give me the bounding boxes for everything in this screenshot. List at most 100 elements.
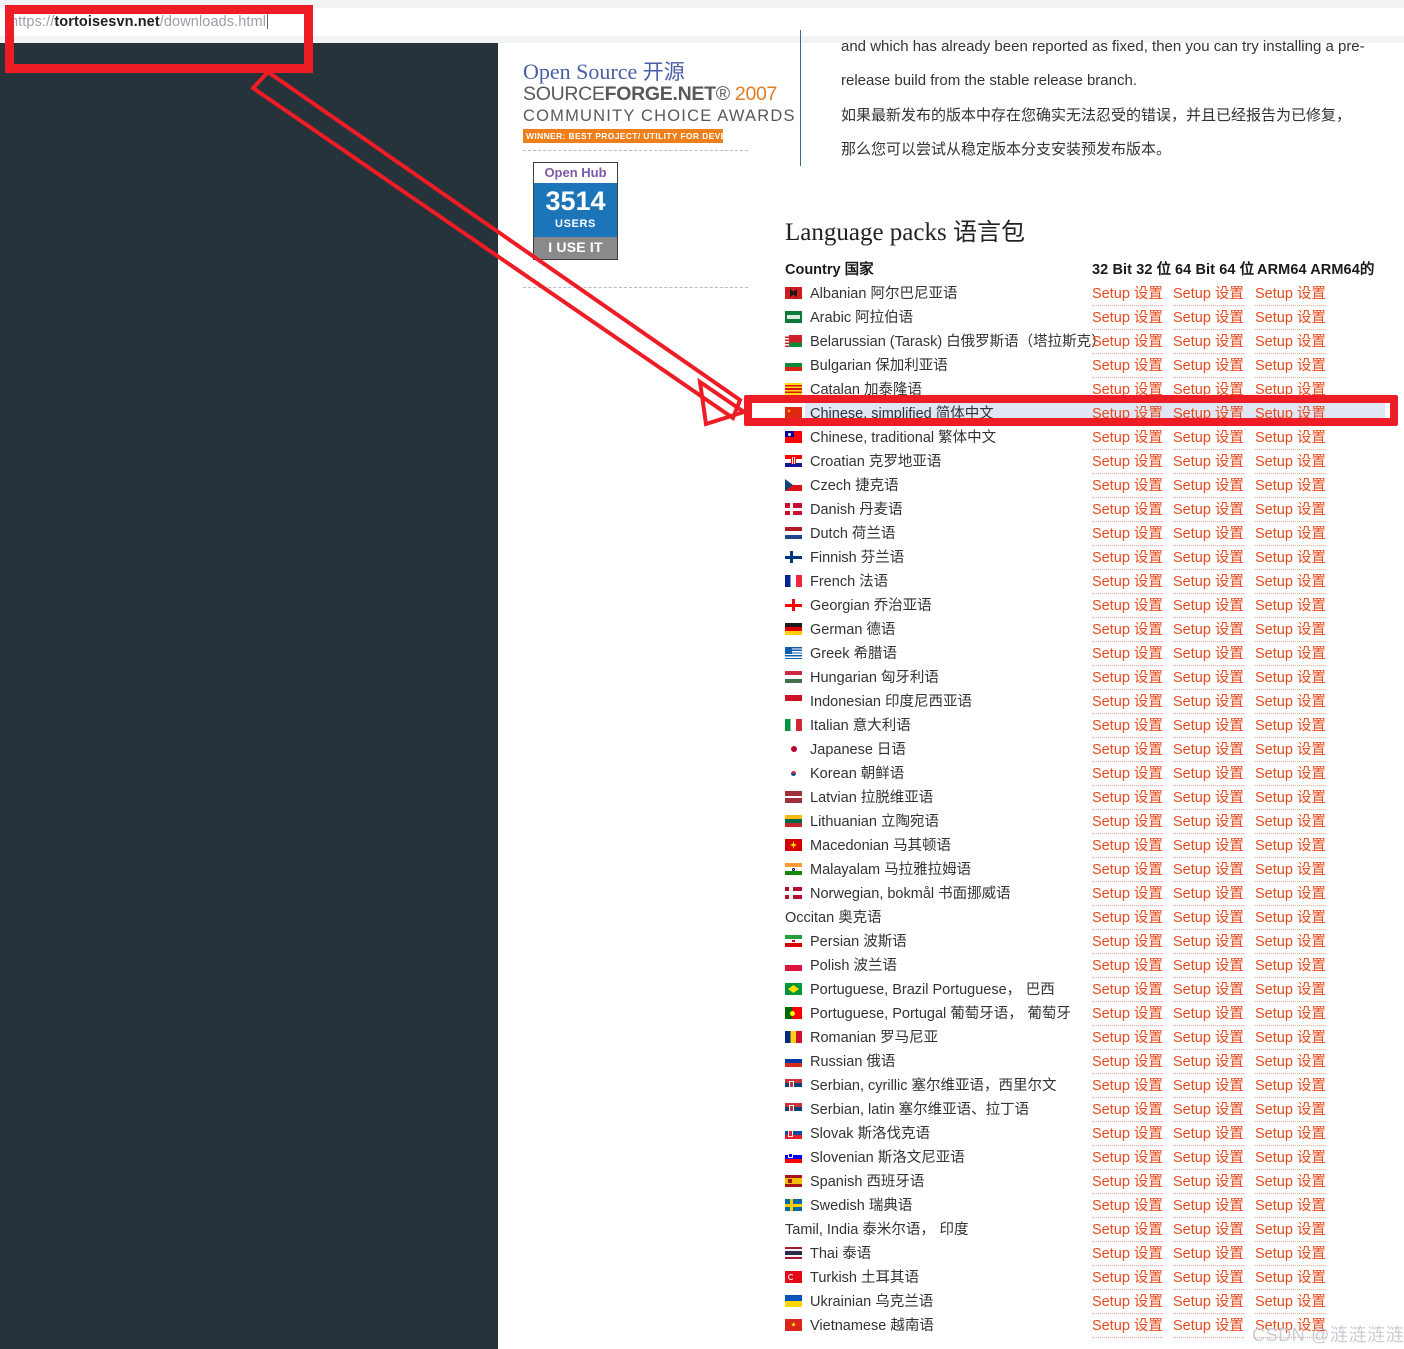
setup-link-arm64[interactable]: Setup 设置 xyxy=(1255,1220,1326,1242)
setup-link-32bit[interactable]: Setup 设置 xyxy=(1092,1196,1163,1218)
setup-link-64bit[interactable]: Setup 设置 xyxy=(1173,980,1244,1002)
setup-link-arm64[interactable]: Setup 设置 xyxy=(1255,404,1326,426)
setup-link-arm64[interactable]: Setup 设置 xyxy=(1255,932,1326,954)
setup-link-arm64[interactable]: Setup 设置 xyxy=(1255,716,1326,738)
setup-link-32bit[interactable]: Setup 设置 xyxy=(1092,452,1163,474)
setup-link-arm64[interactable]: Setup 设置 xyxy=(1255,1004,1326,1026)
setup-link-arm64[interactable]: Setup 设置 xyxy=(1255,956,1326,978)
setup-link-arm64[interactable]: Setup 设置 xyxy=(1255,500,1326,522)
setup-link-32bit[interactable]: Setup 设置 xyxy=(1092,500,1163,522)
setup-link-32bit[interactable]: Setup 设置 xyxy=(1092,404,1163,426)
setup-link-32bit[interactable]: Setup 设置 xyxy=(1092,1172,1163,1194)
setup-link-64bit[interactable]: Setup 设置 xyxy=(1173,572,1244,594)
setup-link-32bit[interactable]: Setup 设置 xyxy=(1092,1004,1163,1026)
setup-link-arm64[interactable]: Setup 设置 xyxy=(1255,1052,1326,1074)
setup-link-arm64[interactable]: Setup 设置 xyxy=(1255,620,1326,642)
setup-link-32bit[interactable]: Setup 设置 xyxy=(1092,356,1163,378)
setup-link-32bit[interactable]: Setup 设置 xyxy=(1092,812,1163,834)
setup-link-32bit[interactable]: Setup 设置 xyxy=(1092,308,1163,330)
setup-link-64bit[interactable]: Setup 设置 xyxy=(1173,332,1244,354)
setup-link-64bit[interactable]: Setup 设置 xyxy=(1173,644,1244,666)
setup-link-32bit[interactable]: Setup 设置 xyxy=(1092,428,1163,450)
setup-link-64bit[interactable]: Setup 设置 xyxy=(1173,380,1244,402)
setup-link-64bit[interactable]: Setup 设置 xyxy=(1173,1028,1244,1050)
setup-link-arm64[interactable]: Setup 设置 xyxy=(1255,284,1326,306)
setup-link-64bit[interactable]: Setup 设置 xyxy=(1173,1148,1244,1170)
setup-link-arm64[interactable]: Setup 设置 xyxy=(1255,332,1326,354)
setup-link-32bit[interactable]: Setup 设置 xyxy=(1092,1100,1163,1122)
setup-link-arm64[interactable]: Setup 设置 xyxy=(1255,1076,1326,1098)
setup-link-arm64[interactable]: Setup 设置 xyxy=(1255,1028,1326,1050)
setup-link-32bit[interactable]: Setup 设置 xyxy=(1092,572,1163,594)
openhub-i-use-it-button[interactable]: I USE IT xyxy=(534,237,617,259)
setup-link-32bit[interactable]: Setup 设置 xyxy=(1092,1124,1163,1146)
setup-link-arm64[interactable]: Setup 设置 xyxy=(1255,596,1326,618)
setup-link-64bit[interactable]: Setup 设置 xyxy=(1173,620,1244,642)
setup-link-arm64[interactable]: Setup 设置 xyxy=(1255,476,1326,498)
setup-link-arm64[interactable]: Setup 设置 xyxy=(1255,692,1326,714)
setup-link-64bit[interactable]: Setup 设置 xyxy=(1173,548,1244,570)
setup-link-32bit[interactable]: Setup 设置 xyxy=(1092,1220,1163,1242)
setup-link-64bit[interactable]: Setup 设置 xyxy=(1173,1268,1244,1290)
setup-link-32bit[interactable]: Setup 设置 xyxy=(1092,332,1163,354)
setup-link-32bit[interactable]: Setup 设置 xyxy=(1092,1052,1163,1074)
setup-link-arm64[interactable]: Setup 设置 xyxy=(1255,380,1326,402)
setup-link-64bit[interactable]: Setup 设置 xyxy=(1173,812,1244,834)
setup-link-32bit[interactable]: Setup 设置 xyxy=(1092,932,1163,954)
setup-link-arm64[interactable]: Setup 设置 xyxy=(1255,524,1326,546)
openhub-badge[interactable]: Open Hub 3514 USERS I USE IT xyxy=(533,162,618,260)
sourceforge-award-badge[interactable]: Open Source 开源 SOURCEFORGE.NET® 2007 COM… xyxy=(523,60,794,144)
setup-link-arm64[interactable]: Setup 设置 xyxy=(1255,908,1326,930)
setup-link-32bit[interactable]: Setup 设置 xyxy=(1092,1292,1163,1314)
setup-link-32bit[interactable]: Setup 设置 xyxy=(1092,980,1163,1002)
setup-link-64bit[interactable]: Setup 设置 xyxy=(1173,740,1244,762)
setup-link-arm64[interactable]: Setup 设置 xyxy=(1255,980,1326,1002)
setup-link-64bit[interactable]: Setup 设置 xyxy=(1173,404,1244,426)
setup-link-64bit[interactable]: Setup 设置 xyxy=(1173,428,1244,450)
setup-link-32bit[interactable]: Setup 设置 xyxy=(1092,956,1163,978)
setup-link-64bit[interactable]: Setup 设置 xyxy=(1173,308,1244,330)
setup-link-32bit[interactable]: Setup 设置 xyxy=(1092,548,1163,570)
setup-link-arm64[interactable]: Setup 设置 xyxy=(1255,836,1326,858)
setup-link-32bit[interactable]: Setup 设置 xyxy=(1092,836,1163,858)
setup-link-arm64[interactable]: Setup 设置 xyxy=(1255,1124,1326,1146)
setup-link-arm64[interactable]: Setup 设置 xyxy=(1255,1148,1326,1170)
setup-link-64bit[interactable]: Setup 设置 xyxy=(1173,836,1244,858)
setup-link-32bit[interactable]: Setup 设置 xyxy=(1092,764,1163,786)
setup-link-32bit[interactable]: Setup 设置 xyxy=(1092,380,1163,402)
setup-link-64bit[interactable]: Setup 设置 xyxy=(1173,1100,1244,1122)
setup-link-64bit[interactable]: Setup 设置 xyxy=(1173,1052,1244,1074)
setup-link-64bit[interactable]: Setup 设置 xyxy=(1173,788,1244,810)
setup-link-64bit[interactable]: Setup 设置 xyxy=(1173,596,1244,618)
setup-link-64bit[interactable]: Setup 设置 xyxy=(1173,692,1244,714)
setup-link-32bit[interactable]: Setup 设置 xyxy=(1092,620,1163,642)
setup-link-32bit[interactable]: Setup 设置 xyxy=(1092,596,1163,618)
setup-link-64bit[interactable]: Setup 设置 xyxy=(1173,452,1244,474)
setup-link-32bit[interactable]: Setup 设置 xyxy=(1092,1076,1163,1098)
setup-link-64bit[interactable]: Setup 设置 xyxy=(1173,1196,1244,1218)
setup-link-arm64[interactable]: Setup 设置 xyxy=(1255,1244,1326,1266)
setup-link-64bit[interactable]: Setup 设置 xyxy=(1173,524,1244,546)
setup-link-arm64[interactable]: Setup 设置 xyxy=(1255,428,1326,450)
setup-link-arm64[interactable]: Setup 设置 xyxy=(1255,356,1326,378)
setup-link-arm64[interactable]: Setup 设置 xyxy=(1255,1172,1326,1194)
setup-link-arm64[interactable]: Setup 设置 xyxy=(1255,452,1326,474)
setup-link-64bit[interactable]: Setup 设置 xyxy=(1173,1076,1244,1098)
setup-link-32bit[interactable]: Setup 设置 xyxy=(1092,524,1163,546)
setup-link-arm64[interactable]: Setup 设置 xyxy=(1255,860,1326,882)
setup-link-32bit[interactable]: Setup 设置 xyxy=(1092,740,1163,762)
setup-link-arm64[interactable]: Setup 设置 xyxy=(1255,548,1326,570)
setup-link-32bit[interactable]: Setup 设置 xyxy=(1092,1316,1163,1338)
setup-link-64bit[interactable]: Setup 设置 xyxy=(1173,884,1244,906)
setup-link-arm64[interactable]: Setup 设置 xyxy=(1255,308,1326,330)
setup-link-arm64[interactable]: Setup 设置 xyxy=(1255,668,1326,690)
setup-link-32bit[interactable]: Setup 设置 xyxy=(1092,1244,1163,1266)
setup-link-32bit[interactable]: Setup 设置 xyxy=(1092,1268,1163,1290)
setup-link-arm64[interactable]: Setup 设置 xyxy=(1255,572,1326,594)
setup-link-32bit[interactable]: Setup 设置 xyxy=(1092,476,1163,498)
setup-link-arm64[interactable]: Setup 设置 xyxy=(1255,884,1326,906)
setup-link-64bit[interactable]: Setup 设置 xyxy=(1173,860,1244,882)
setup-link-arm64[interactable]: Setup 设置 xyxy=(1255,1292,1326,1314)
setup-link-arm64[interactable]: Setup 设置 xyxy=(1255,740,1326,762)
setup-link-arm64[interactable]: Setup 设置 xyxy=(1255,788,1326,810)
